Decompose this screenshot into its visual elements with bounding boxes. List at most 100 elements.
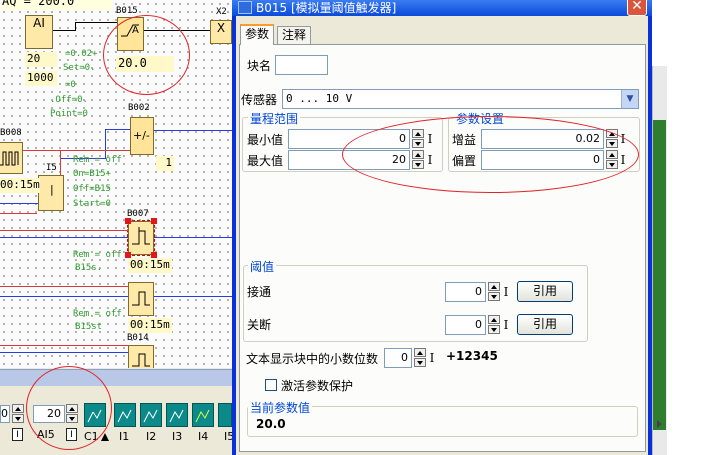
note-2: Set=0. bbox=[63, 63, 96, 73]
decimals-spinner[interactable] bbox=[414, 348, 426, 368]
note-11: B15s. bbox=[75, 263, 103, 273]
note-8: Off=B15 bbox=[73, 184, 111, 194]
b015-value: 20.0 bbox=[116, 56, 174, 72]
gain-i-icon[interactable]: I bbox=[618, 130, 628, 148]
b002-value: 1 bbox=[156, 156, 174, 171]
tool-i1-icon[interactable] bbox=[114, 403, 136, 427]
horizontal-scrollbar[interactable] bbox=[0, 369, 232, 386]
off-reference-button[interactable]: 引用 bbox=[517, 314, 573, 335]
chevron-down-icon[interactable]: ▼ bbox=[621, 90, 638, 108]
min-label: 最小值 bbox=[247, 133, 284, 147]
i5-block[interactable]: | bbox=[38, 175, 64, 211]
tab-parameters[interactable]: 参数 bbox=[240, 24, 275, 45]
max-label: 最大值 bbox=[247, 154, 284, 168]
b014-id: B014 bbox=[127, 333, 149, 343]
on-reference-button[interactable]: 引用 bbox=[517, 281, 573, 302]
b002-id: B002 bbox=[128, 103, 150, 113]
note-7: On=B15+ bbox=[73, 169, 111, 179]
x2-block[interactable]: X bbox=[210, 20, 232, 44]
protect-label: 激活参数保护 bbox=[281, 379, 354, 393]
gain-spinner[interactable] bbox=[606, 129, 618, 149]
off-input[interactable]: 0 bbox=[445, 315, 486, 335]
max-spinner[interactable] bbox=[412, 150, 424, 170]
i5-value: 00:15m bbox=[0, 178, 40, 193]
ai5-i-button[interactable]: I bbox=[66, 428, 77, 441]
tool-i5-icon[interactable] bbox=[218, 403, 232, 427]
delay-timer-icon bbox=[132, 227, 150, 245]
close-button[interactable]: ✕ bbox=[627, 0, 647, 16]
tool-i2-icon[interactable] bbox=[140, 403, 162, 427]
ai5-value-input[interactable]: 20 bbox=[33, 405, 65, 423]
b008-block[interactable] bbox=[0, 142, 23, 174]
decimals-preview: +12345 bbox=[446, 349, 498, 363]
offset-spinner[interactable] bbox=[606, 150, 618, 170]
min-i-icon[interactable]: I bbox=[425, 130, 435, 148]
decimals-input[interactable]: 0 bbox=[384, 348, 412, 368]
b007-block[interactable] bbox=[127, 220, 155, 256]
tool-i4-icon[interactable] bbox=[192, 403, 214, 427]
params-group-title: 参数设置 bbox=[454, 110, 507, 127]
ai5-spinner[interactable] bbox=[66, 404, 78, 424]
note-13: B15st bbox=[75, 322, 103, 332]
gain-input[interactable]: 0.02 bbox=[481, 129, 604, 149]
close-icon: ✕ bbox=[631, 0, 643, 14]
note-5: Point=0 bbox=[50, 109, 88, 119]
delay-timer-icon-2 bbox=[132, 291, 150, 306]
analog-output-readout: AQ = 200.0 bbox=[2, 0, 112, 10]
x2-id: X2 bbox=[216, 7, 227, 17]
diagram-canvas[interactable]: AQ = 200.0 AI 20 1000 B015 A 20.0 X2 X =… bbox=[0, 0, 232, 368]
block-name-input[interactable] bbox=[275, 55, 328, 75]
note-6: Rem = off bbox=[73, 155, 122, 165]
sensor-label: 传感器 bbox=[241, 93, 278, 107]
max-input[interactable]: 20 bbox=[288, 150, 410, 170]
off-label: 关断 bbox=[247, 318, 272, 332]
pulse-icon-b014 bbox=[132, 353, 150, 367]
on-input[interactable]: 0 bbox=[445, 282, 486, 302]
b002-symbol: +/- bbox=[133, 129, 150, 142]
note-10: Rem = off bbox=[73, 250, 122, 260]
c1-marker-icon bbox=[101, 433, 109, 441]
tool-c1-icon[interactable] bbox=[84, 403, 106, 427]
sensor-select[interactable]: 0 ... 10 V ▼ bbox=[282, 89, 639, 109]
protect-checkbox[interactable] bbox=[265, 379, 277, 391]
left-value-input[interactable]: 0 bbox=[0, 405, 10, 423]
current-value-group-title: 当前参数值 bbox=[248, 399, 313, 416]
analog-input-param-1: 20 bbox=[25, 52, 57, 67]
analog-input-block[interactable]: AI bbox=[25, 15, 53, 49]
b002-block[interactable]: +/- bbox=[130, 117, 154, 155]
background-scroll-arrow-icon bbox=[657, 420, 662, 428]
offset-i-icon[interactable]: I bbox=[618, 151, 628, 169]
on-spinner[interactable] bbox=[488, 282, 500, 302]
background-green-panel bbox=[653, 120, 666, 430]
note-1: =0.02+ bbox=[65, 49, 98, 59]
decimals-label: 文本显示块中的小数位数 bbox=[246, 352, 379, 366]
left-i-button[interactable]: I bbox=[12, 428, 23, 441]
tool-i4-label: I4 bbox=[198, 430, 209, 443]
app-icon bbox=[238, 1, 252, 14]
left-value-spinner[interactable] bbox=[12, 404, 24, 424]
b014-block[interactable] bbox=[128, 345, 154, 368]
decimals-i-icon[interactable]: I bbox=[427, 349, 437, 367]
tool-i2-label: I2 bbox=[146, 430, 157, 443]
b007-value: 00:15m bbox=[128, 258, 172, 273]
off-spinner[interactable] bbox=[488, 315, 500, 335]
b008-id: B008 bbox=[0, 128, 22, 138]
max-i-icon[interactable]: I bbox=[425, 151, 435, 169]
b015-threshold-block[interactable]: A bbox=[117, 17, 144, 51]
tool-c1-label: C1 bbox=[84, 430, 99, 443]
offset-input[interactable]: 0 bbox=[481, 150, 604, 170]
offset-label: 偏置 bbox=[452, 154, 477, 168]
block-name-label: 块名 bbox=[247, 59, 272, 73]
threshold-group-title: 阈值 bbox=[248, 258, 277, 275]
delay-block-2[interactable] bbox=[128, 282, 154, 316]
tab-comment[interactable]: 注释 bbox=[277, 26, 312, 44]
range-group-title: 量程范围 bbox=[248, 110, 301, 127]
off-i-icon[interactable]: I bbox=[501, 316, 511, 334]
min-input[interactable]: 0 bbox=[288, 129, 410, 149]
min-spinner[interactable] bbox=[412, 129, 424, 149]
tool-i3-icon[interactable] bbox=[166, 403, 188, 427]
pulse-icon bbox=[0, 151, 19, 166]
on-label: 接通 bbox=[247, 285, 272, 299]
b015-id: B015 bbox=[116, 6, 138, 16]
on-i-icon[interactable]: I bbox=[501, 283, 511, 301]
